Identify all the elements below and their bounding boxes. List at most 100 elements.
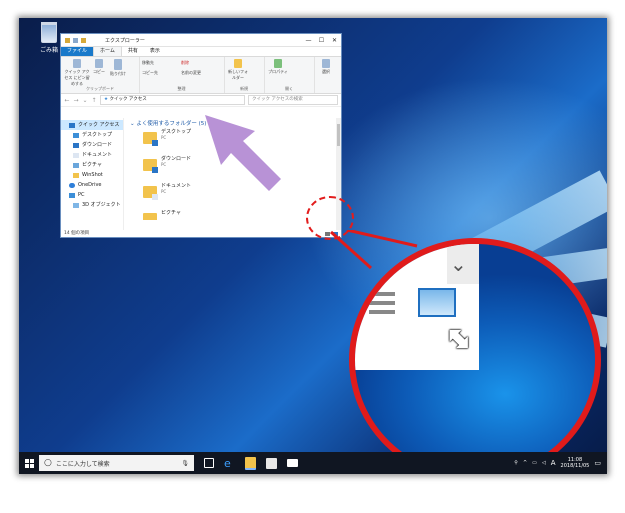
pointer-arrow-annotation bbox=[205, 115, 281, 191]
delete-button[interactable]: 削除 bbox=[181, 60, 211, 66]
select-label: 選択 bbox=[322, 69, 330, 74]
cube-icon bbox=[73, 202, 79, 208]
properties-label: プロパティ bbox=[268, 69, 288, 74]
pin-button[interactable]: クイック アクセス にピン留めする bbox=[63, 59, 91, 87]
move-to-button[interactable]: 移動先 bbox=[142, 60, 178, 66]
search-input[interactable]: クイック アクセスの検索 bbox=[248, 95, 338, 105]
paste-icon bbox=[114, 59, 122, 70]
tab-file[interactable]: ファイル bbox=[61, 47, 94, 56]
folder-location: PC bbox=[161, 162, 167, 167]
nav-item-pc[interactable]: PC bbox=[61, 190, 123, 200]
pin-icon bbox=[73, 59, 81, 68]
tray-chevron-icon[interactable]: ^ bbox=[523, 460, 527, 466]
recent-chevron-icon[interactable]: ⌄ bbox=[82, 97, 88, 104]
taskbar-search[interactable]: ○ ここに入力して検索 🎙 bbox=[39, 455, 194, 471]
new-group-label: 新規 bbox=[240, 86, 248, 91]
copy-icon bbox=[95, 59, 103, 68]
tab-view[interactable]: 表示 bbox=[144, 47, 166, 56]
desktop: ごみ箱 エクスプローラー — ☐ ✕ ファイル ホーム 共有 表示 クイック ア… bbox=[19, 18, 607, 474]
window-controls: — ☐ ✕ bbox=[302, 37, 341, 44]
recycle-bin-icon bbox=[41, 22, 57, 43]
windows-logo-icon bbox=[24, 458, 34, 468]
quick-access-toolbar bbox=[61, 37, 105, 43]
start-button[interactable] bbox=[19, 452, 39, 474]
copy-button[interactable]: コピー bbox=[92, 59, 106, 75]
new-folder-button[interactable]: 新しいフォルダー bbox=[227, 59, 249, 81]
window-title: エクスプローラー bbox=[105, 37, 145, 44]
maximize-button[interactable]: ☐ bbox=[315, 37, 328, 44]
new-group: 新しいフォルダー 新規 bbox=[224, 57, 265, 93]
organize-group-label: 整理 bbox=[177, 86, 186, 91]
chevron-down-icon: ⌄ bbox=[450, 252, 467, 276]
people-icon[interactable]: ⚲ bbox=[514, 460, 518, 466]
nav-item-documents[interactable]: ドキュメント bbox=[61, 150, 123, 160]
pictures-icon bbox=[73, 162, 79, 168]
system-tray: ⚲ ^ ▭ ◁ A 11:08 2018/11/05 ▭ bbox=[514, 452, 601, 474]
download-icon bbox=[73, 142, 79, 148]
nav-item-pictures[interactable]: ピクチャ bbox=[61, 160, 123, 170]
group-heading-text: よく使用するフォルダー (5) bbox=[136, 121, 207, 127]
mail-icon[interactable] bbox=[287, 459, 298, 467]
address-bar[interactable]: ★ クイック アクセス bbox=[100, 95, 245, 105]
properties-icon[interactable] bbox=[73, 37, 78, 43]
nav-item-downloads[interactable]: ダウンロード bbox=[61, 140, 123, 150]
up-arrow-icon[interactable]: ↑ bbox=[91, 97, 97, 104]
properties-check-icon bbox=[274, 59, 282, 68]
nav-item-desktop[interactable]: デスクトップ bbox=[61, 130, 123, 140]
nav-item-label: ドキュメント bbox=[82, 152, 113, 158]
nav-item-onedrive[interactable]: OneDrive bbox=[61, 180, 123, 190]
screenshot-frame: ごみ箱 エクスプローラー — ☐ ✕ ファイル ホーム 共有 表示 クイック ア… bbox=[19, 18, 607, 474]
new-folder-icon[interactable] bbox=[81, 37, 86, 43]
select-icon bbox=[322, 59, 330, 68]
address-text: クイック アクセス bbox=[109, 97, 147, 102]
documents-folder-icon bbox=[143, 186, 158, 200]
minimize-button[interactable]: — bbox=[302, 37, 315, 44]
desktop-folder-icon bbox=[143, 132, 158, 146]
explorer-body: クイック アクセス デスクトップ ダウンロード ドキュメント ピクチャ WinS… bbox=[61, 118, 341, 230]
copy-to-button[interactable]: コピー先 bbox=[142, 70, 178, 76]
file-explorer-icon[interactable] bbox=[245, 456, 256, 470]
close-button[interactable]: ✕ bbox=[328, 37, 341, 44]
volume-icon[interactable]: ◁ bbox=[542, 460, 546, 466]
tab-home[interactable]: ホーム bbox=[93, 46, 122, 56]
edge-icon[interactable]: e bbox=[224, 458, 235, 469]
action-center-icon[interactable]: ▭ bbox=[594, 459, 601, 467]
network-icon[interactable]: ▭ bbox=[532, 460, 537, 466]
nav-item-label: PC bbox=[78, 192, 85, 198]
copy-label: コピー bbox=[93, 69, 105, 74]
store-icon[interactable] bbox=[266, 457, 277, 469]
ime-indicator[interactable]: A bbox=[551, 459, 556, 467]
nav-item-label: クイック アクセス bbox=[78, 122, 120, 128]
folder-location: PC bbox=[161, 135, 167, 140]
scrollbar-thumb[interactable] bbox=[337, 124, 340, 146]
details-view-icon bbox=[369, 292, 395, 319]
star-icon: ★ bbox=[104, 97, 109, 102]
folder-location: PC bbox=[161, 189, 167, 194]
star-icon bbox=[69, 122, 75, 128]
paste-button[interactable]: 貼り付け bbox=[108, 59, 128, 77]
nav-item-label: ダウンロード bbox=[82, 142, 113, 148]
back-arrow-icon[interactable]: ← bbox=[64, 97, 70, 104]
open-group: プロパティ 開く bbox=[264, 57, 315, 93]
nav-item-label: 3D オブジェクト bbox=[82, 202, 121, 208]
search-circle-icon: ○ bbox=[44, 458, 52, 468]
clock[interactable]: 11:08 2018/11/05 bbox=[561, 457, 590, 469]
microphone-icon[interactable]: 🎙 bbox=[181, 460, 189, 467]
nav-item-winshot[interactable]: WinShot bbox=[61, 170, 123, 180]
forward-arrow-icon[interactable]: → bbox=[73, 97, 79, 104]
properties-button[interactable]: プロパティ bbox=[267, 59, 289, 75]
pin-label: クイック アクセス にピン留めする bbox=[64, 69, 90, 86]
organize-group: 移動先 削除 コピー先 名前の変更 整理 bbox=[139, 57, 225, 93]
select-button[interactable]: 選択 bbox=[316, 59, 336, 75]
nav-item-quick-access[interactable]: クイック アクセス bbox=[61, 120, 123, 130]
document-icon bbox=[73, 152, 79, 158]
nav-item-label: ピクチャ bbox=[82, 162, 102, 168]
nav-item-3d-objects[interactable]: 3D オブジェクト bbox=[61, 200, 123, 210]
tab-share[interactable]: 共有 bbox=[122, 47, 144, 56]
task-view-icon[interactable] bbox=[204, 458, 214, 468]
taskbar: ○ ここに入力して検索 🎙 e ⚲ ^ ▭ ◁ A 11:08 2018/11/… bbox=[19, 452, 607, 474]
rename-button[interactable]: 名前の変更 bbox=[181, 70, 221, 76]
new-folder-large-icon bbox=[234, 59, 242, 68]
taskbar-search-text: ここに入力して検索 bbox=[55, 460, 110, 468]
explorer-window[interactable]: エクスプローラー — ☐ ✕ ファイル ホーム 共有 表示 クイック アクセス … bbox=[60, 33, 342, 238]
